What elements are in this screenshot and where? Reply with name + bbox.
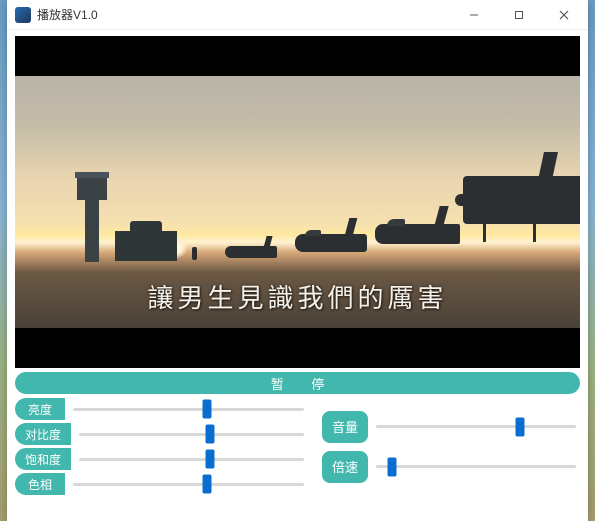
window-title: 播放器V1.0 xyxy=(37,6,451,23)
control-label: 亮度 xyxy=(15,398,65,420)
control-对比度: 对比度 xyxy=(15,423,308,445)
slider-对比度[interactable] xyxy=(71,423,308,445)
maximize-button[interactable] xyxy=(496,1,541,29)
video-viewport[interactable]: 讓男生見識我們的厲害 xyxy=(15,36,580,368)
slider-色相[interactable] xyxy=(65,473,308,495)
control-色相: 色相 xyxy=(15,473,308,495)
pause-button[interactable]: 暂 停 xyxy=(15,372,580,394)
control-label: 音量 xyxy=(322,411,368,443)
control-label: 饱和度 xyxy=(15,448,71,470)
app-window: 播放器V1.0 讓男生見識我們的厲害 暂 停 亮度对比度饱和度色相 音量倍速 xyxy=(7,0,588,521)
slider-音量[interactable] xyxy=(368,411,580,443)
window-buttons xyxy=(451,1,586,29)
control-label: 色相 xyxy=(15,473,65,495)
control-label: 倍速 xyxy=(322,451,368,483)
close-button[interactable] xyxy=(541,1,586,29)
controls-panel: 暂 停 亮度对比度饱和度色相 音量倍速 xyxy=(7,372,588,503)
video-frame: 讓男生見識我們的厲害 xyxy=(15,76,580,328)
video-subtitle: 讓男生見識我們的厲害 xyxy=(15,278,580,315)
titlebar: 播放器V1.0 xyxy=(7,0,588,30)
control-label: 对比度 xyxy=(15,423,71,445)
slider-饱和度[interactable] xyxy=(71,448,308,470)
control-倍速: 倍速 xyxy=(322,451,580,483)
app-icon xyxy=(15,7,31,23)
control-音量: 音量 xyxy=(322,411,580,443)
control-饱和度: 饱和度 xyxy=(15,448,308,470)
minimize-button[interactable] xyxy=(451,1,496,29)
slider-倍速[interactable] xyxy=(368,451,580,483)
control-亮度: 亮度 xyxy=(15,398,308,420)
slider-亮度[interactable] xyxy=(65,398,308,420)
